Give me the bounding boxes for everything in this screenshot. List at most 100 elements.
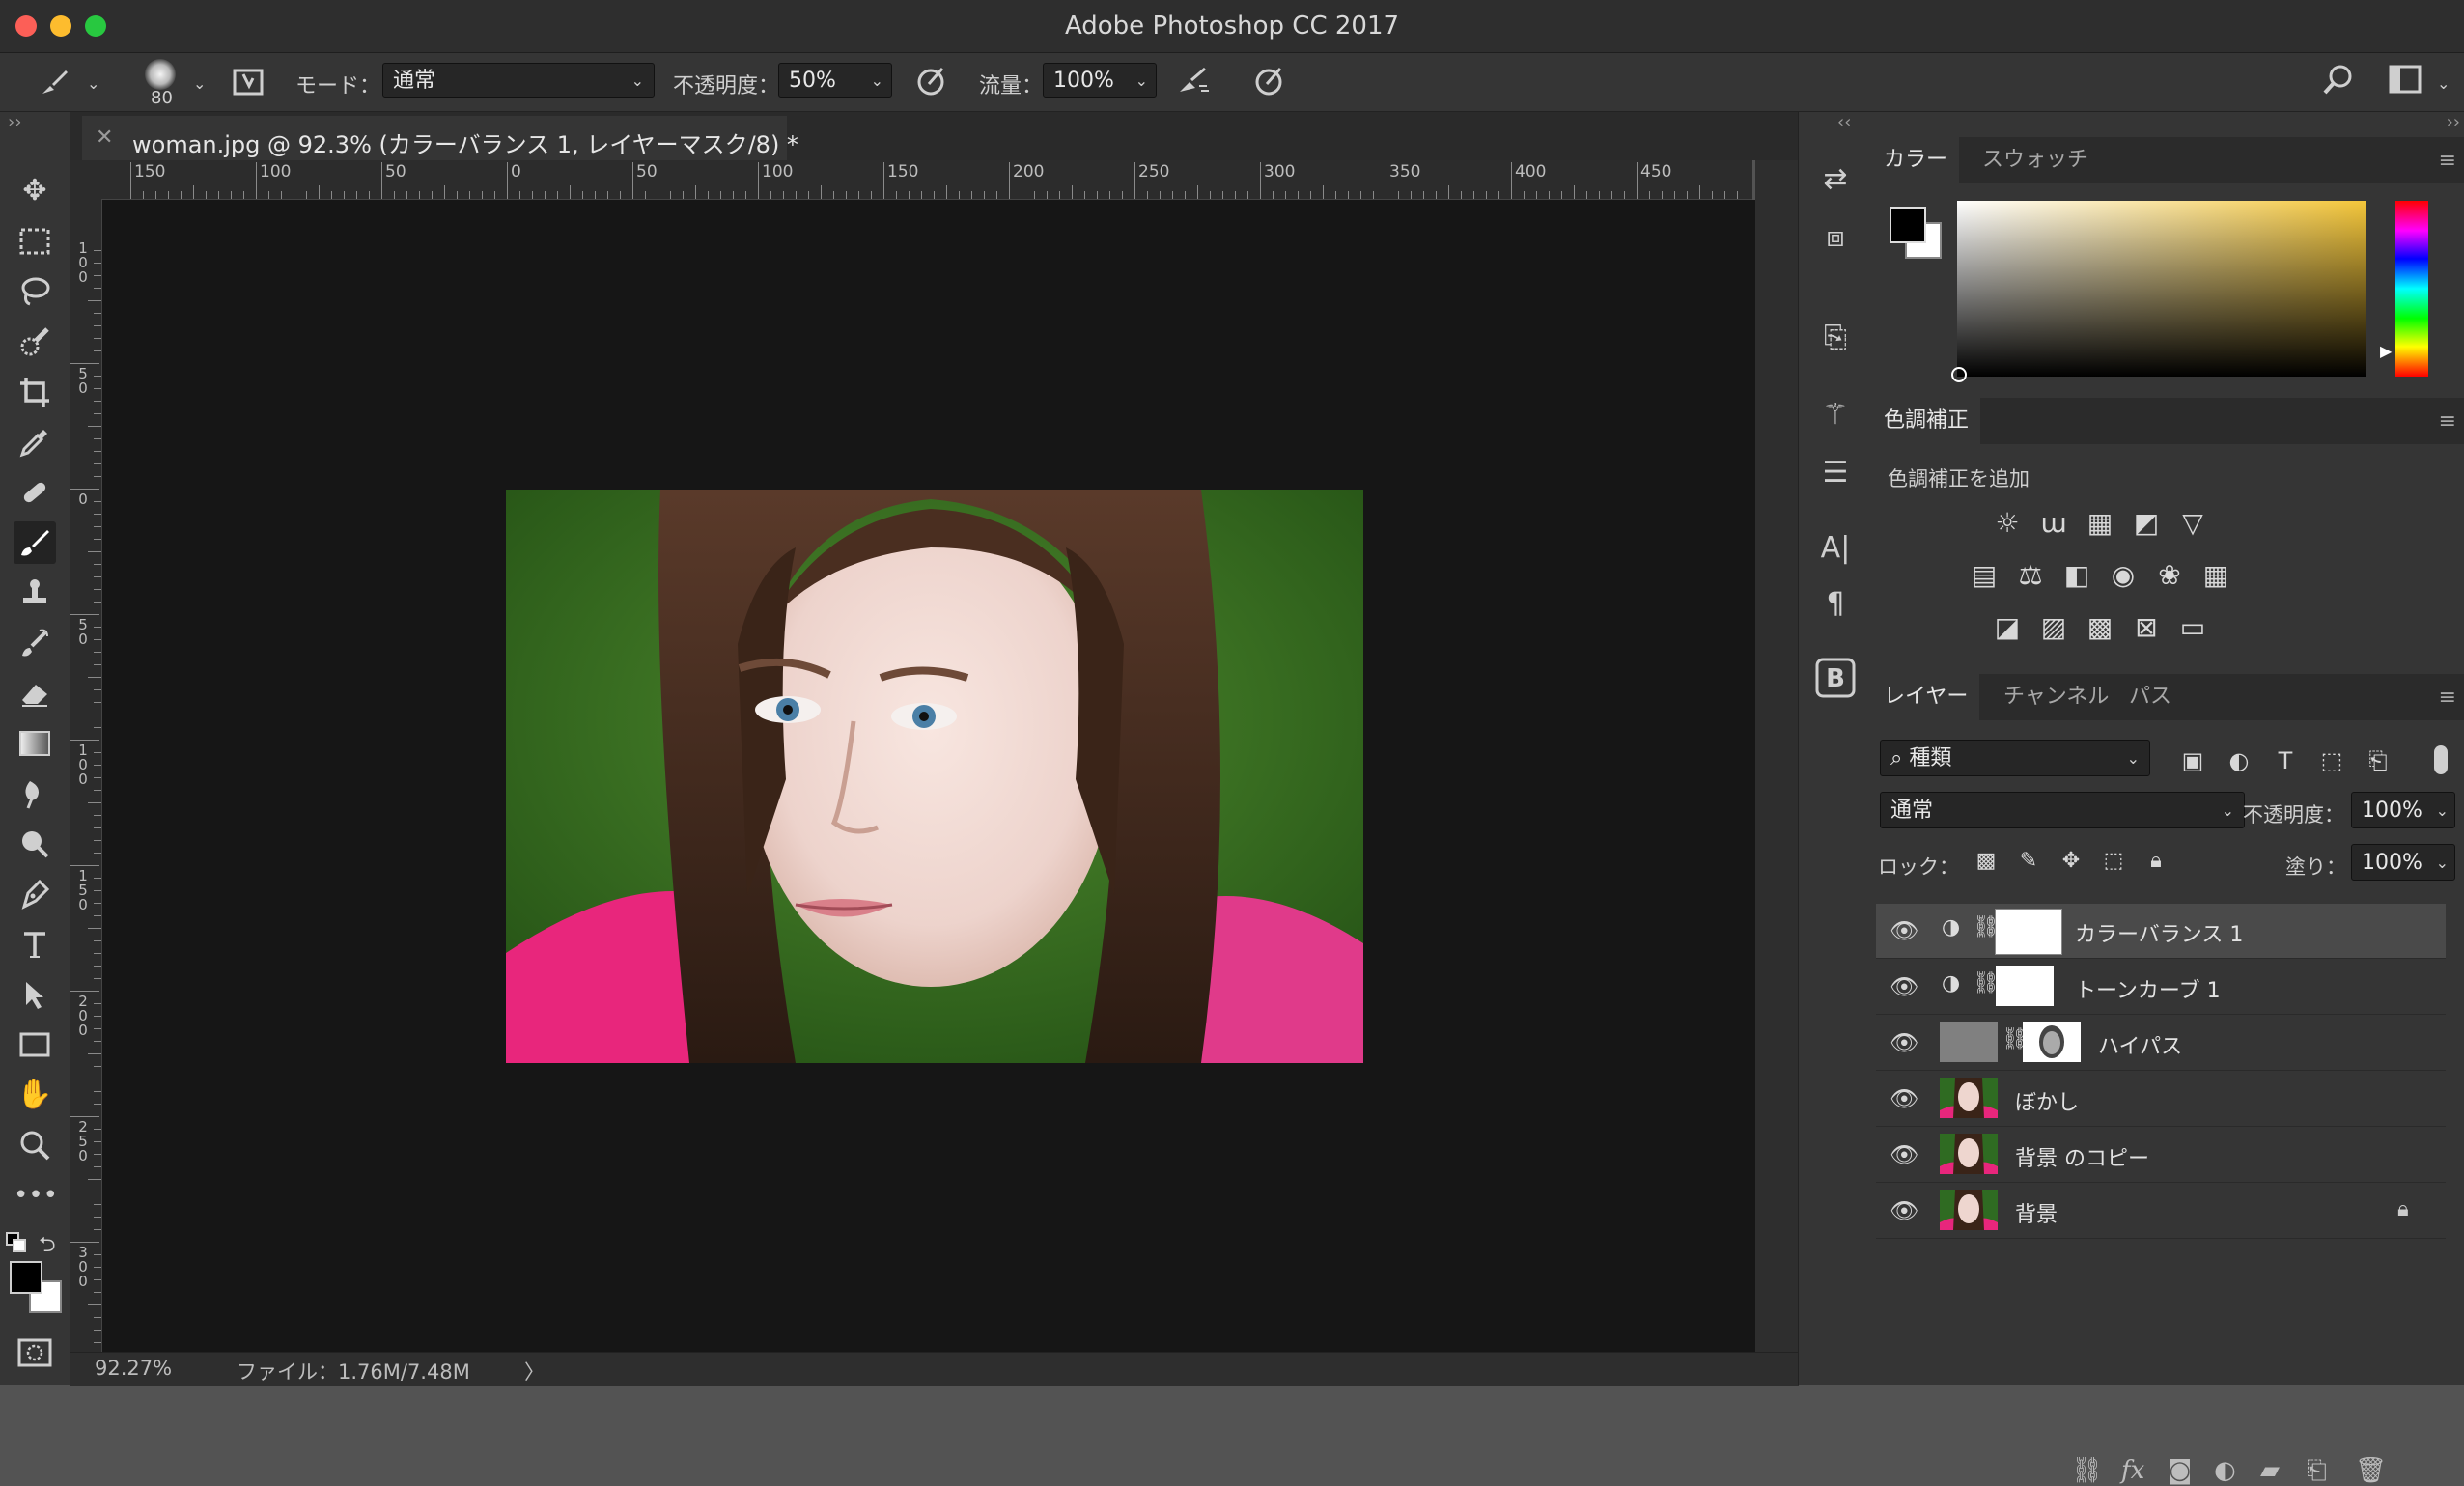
layer-name[interactable]: ハイパス <box>2098 1029 2182 1060</box>
black-white-icon[interactable]: ◧ <box>2059 558 2094 593</box>
lasso-tool-icon[interactable] <box>14 270 56 313</box>
panel-menu-icon[interactable]: ≡ <box>2439 686 2456 710</box>
swap-colors-icon[interactable]: ⮌ <box>39 1228 56 1265</box>
fill-input[interactable]: 100% ⌄ <box>2351 844 2455 881</box>
layer-color-balance[interactable]: 👁︎ ◑ ⛓︎ カラーバランス 1 <box>1876 904 2446 959</box>
more-tools-icon[interactable]: ••• <box>14 1174 58 1217</box>
layer-background-copy[interactable]: 👁︎ 背景 のコピー <box>1876 1128 2446 1183</box>
color-picker-marker[interactable] <box>1951 367 1967 382</box>
hue-slider[interactable] <box>2395 201 2428 377</box>
hand-tool-icon[interactable]: ✋ <box>14 1074 56 1116</box>
color-lookup-icon[interactable]: ▦ <box>2198 558 2233 593</box>
selective-color-icon[interactable]: ⊠ <box>2129 610 2164 645</box>
layer-filter-kind-select[interactable]: ⌕ 種類 ⌄ <box>1880 740 2150 776</box>
pressure-size-icon[interactable] <box>1253 65 1286 102</box>
channel-mixer-icon[interactable]: ❀ <box>2152 558 2187 593</box>
curves-icon[interactable]: ▦ <box>2083 506 2117 541</box>
character-panel-icon[interactable]: A| <box>1812 525 1859 572</box>
b-panel-icon[interactable]: B <box>1812 655 1859 701</box>
lock-all-icon[interactable]: 🔒︎ <box>2139 844 2173 879</box>
history-panel-icon[interactable]: ⇄ <box>1812 156 1859 203</box>
gradient-tool-icon[interactable] <box>14 722 56 765</box>
lock-position-icon[interactable]: ✥ <box>2054 844 2088 879</box>
lock-image-pixels-icon[interactable]: ✎ <box>2011 844 2046 879</box>
new-group-icon[interactable]: ▰ <box>2260 1456 2280 1485</box>
hue-saturation-icon[interactable]: ▤ <box>1967 558 2002 593</box>
marquee-tool-icon[interactable] <box>14 220 56 263</box>
brush-settings-panel-icon[interactable]: ☰ <box>1812 450 1859 496</box>
ruler-origin[interactable] <box>70 160 101 199</box>
document-image[interactable] <box>506 490 1363 1063</box>
layer-name[interactable]: トーンカーブ 1 <box>2075 973 2221 1004</box>
color-balance-icon[interactable]: ⚖ <box>2013 558 2048 593</box>
layer-name[interactable]: 背景 のコピー <box>2015 1141 2149 1172</box>
mode-select[interactable]: 通常 ⌄ <box>382 63 655 98</box>
tab-color[interactable]: カラー <box>1872 137 1960 183</box>
rectangle-tool-icon[interactable] <box>14 1023 56 1066</box>
tab-swatches[interactable]: スウォッチ <box>1971 137 2100 183</box>
tab-layers[interactable]: レイヤー <box>1872 674 1980 720</box>
posterize-icon[interactable]: ▨ <box>2036 610 2071 645</box>
layer-name[interactable]: 背景 <box>2015 1197 2058 1228</box>
chevron-down-icon[interactable]: ⌄ <box>87 74 99 93</box>
eye-icon[interactable]: 👁︎ <box>1890 973 1918 1000</box>
clone-source-panel-icon[interactable]: ⎘ <box>1812 315 1859 361</box>
eye-icon[interactable]: 👁︎ <box>1890 917 1918 944</box>
layer-mask-thumbnail[interactable] <box>1996 966 2054 1006</box>
eye-icon[interactable]: 👁︎ <box>1890 1029 1918 1056</box>
filter-adjustment-layers-icon[interactable]: ◐ <box>2222 743 2256 778</box>
chevron-down-icon[interactable]: ⌄ <box>871 64 883 98</box>
levels-icon[interactable]: ɯ <box>2036 506 2071 541</box>
chevron-down-icon[interactable]: ⌄ <box>2436 793 2449 829</box>
exposure-icon[interactable]: ◩ <box>2129 506 2164 541</box>
threshold-icon[interactable]: ▩ <box>2083 610 2117 645</box>
panel-menu-icon[interactable]: ≡ <box>2439 409 2456 434</box>
tab-paths[interactable]: パス <box>2117 674 2183 720</box>
layer-high-pass[interactable]: 👁︎ ⛓︎ ハイパス <box>1876 1016 2446 1071</box>
vibrance-icon[interactable]: ▽ <box>2175 506 2210 541</box>
pen-tool-icon[interactable] <box>14 873 56 915</box>
canvas-area[interactable] <box>102 200 1755 1352</box>
collapse-dock-icon[interactable]: ‹‹ <box>1837 112 1851 132</box>
brush-panel-icon[interactable] <box>232 65 265 102</box>
filter-toggle-switch[interactable] <box>2434 745 2448 774</box>
eyedropper-tool-icon[interactable] <box>14 421 56 463</box>
type-tool-icon[interactable] <box>14 923 56 966</box>
path-selection-tool-icon[interactable] <box>14 973 56 1016</box>
chevron-down-icon[interactable]: ⌄ <box>2437 74 2450 93</box>
layer-blur[interactable]: 👁︎ ぼかし <box>1876 1072 2446 1127</box>
paragraph-panel-icon[interactable]: ¶ <box>1812 581 1859 628</box>
clone-stamp-tool-icon[interactable] <box>14 572 56 614</box>
layer-thumbnail[interactable] <box>1940 1190 1998 1230</box>
workspace-icon[interactable] <box>2389 65 2422 98</box>
brush-presets-panel-icon[interactable]: ⚚ <box>1812 392 1859 438</box>
opacity-input[interactable]: 50% ⌄ <box>778 63 892 98</box>
healing-brush-tool-icon[interactable] <box>14 471 56 514</box>
layer-name[interactable]: カラーバランス 1 <box>2075 917 2243 948</box>
search-icon[interactable] <box>2321 63 2356 102</box>
filter-pixel-layers-icon[interactable]: ▣ <box>2175 743 2210 778</box>
layer-thumbnail[interactable] <box>1940 1134 1998 1174</box>
color-panel-foreground-swatch[interactable] <box>1890 207 1926 243</box>
filter-smart-objects-icon[interactable]: ⎗ <box>2361 743 2395 778</box>
brush-preview-icon[interactable] <box>145 59 176 90</box>
eye-icon[interactable]: 👁︎ <box>1890 1085 1918 1112</box>
foreground-color-swatch[interactable] <box>10 1261 42 1294</box>
crop-tool-icon[interactable] <box>14 371 56 413</box>
airbrush-icon[interactable] <box>1176 65 1211 102</box>
new-layer-icon[interactable]: ⎗ <box>2307 1456 2327 1486</box>
photo-filter-icon[interactable]: ◉ <box>2106 558 2141 593</box>
layer-mask-thumbnail[interactable] <box>2023 1022 2081 1062</box>
panel-menu-icon[interactable]: ≡ <box>2439 149 2456 173</box>
expand-panel-icon[interactable]: ›› <box>8 112 21 132</box>
zoom-level[interactable]: 92.27% <box>95 1357 172 1380</box>
pressure-opacity-icon[interactable] <box>915 65 948 102</box>
document-tab[interactable]: ✕ woman.jpg @ 92.3% (カラーバランス 1, レイヤーマスク/… <box>82 116 798 162</box>
layer-thumbnail[interactable] <box>1940 1078 1998 1118</box>
status-menu-arrow[interactable]: 〉 <box>524 1357 545 1386</box>
filter-type-layers-icon[interactable]: T <box>2268 743 2303 778</box>
lock-artboard-icon[interactable]: ⬚ <box>2096 844 2131 879</box>
delete-layer-icon[interactable]: 🗑︎ <box>2355 1456 2387 1485</box>
dodge-tool-icon[interactable] <box>14 823 56 865</box>
chevron-down-icon[interactable]: ⌄ <box>2436 845 2449 882</box>
